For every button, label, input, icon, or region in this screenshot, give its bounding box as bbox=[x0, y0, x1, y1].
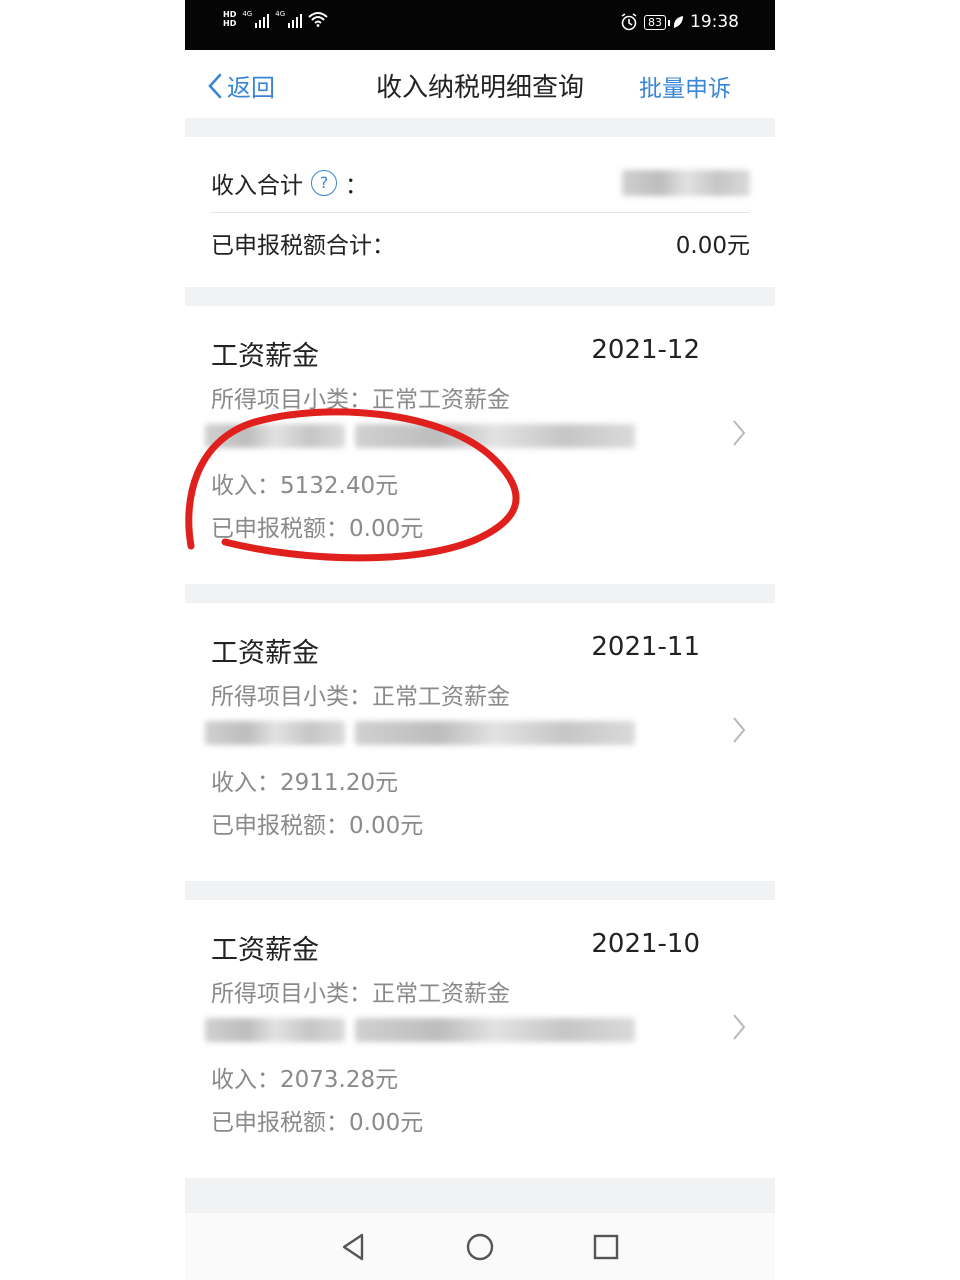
income-type: 工资薪金 bbox=[211, 935, 319, 966]
phone-screen: HD HD 4G 4G 83 19:38 返回 收入纳税明细查询 批量申诉 收入… bbox=[185, 0, 775, 1280]
leaf-icon bbox=[673, 16, 683, 28]
declared-tax-total-row: 已申报税额合计： 0.00元 bbox=[211, 223, 750, 263]
summary-panel: 收入合计 ? ： 已申报税额合计： 0.00元 bbox=[185, 137, 775, 287]
hd-indicator: HD HD bbox=[223, 10, 236, 28]
signal-icon: 4G bbox=[275, 10, 303, 28]
network-type-label: 4G bbox=[275, 10, 286, 18]
navigation-bar: 返回 收入纳税明细查询 批量申诉 bbox=[185, 50, 775, 118]
battery-icon: 83 bbox=[644, 14, 670, 30]
income-total-colon: ： bbox=[345, 173, 368, 199]
withholding-agent-redacted bbox=[205, 721, 635, 745]
income-record-card[interactable]: 工资薪金 2021-11 所得项目小类：正常工资薪金 收入：2911.20元 已… bbox=[185, 603, 775, 881]
signal-icon: 4G bbox=[242, 10, 270, 28]
income-total-row: 收入合计 ? ： bbox=[211, 163, 750, 203]
status-right: 83 19:38 bbox=[620, 12, 739, 32]
network-type-label: 4G bbox=[242, 10, 253, 18]
section-divider bbox=[185, 881, 775, 900]
income-total-label: 收入合计 bbox=[211, 173, 303, 199]
declared-tax-amount: 已申报税额：0.00元 bbox=[211, 516, 424, 542]
income-subcategory: 所得项目小类：正常工资薪金 bbox=[211, 684, 510, 710]
declared-tax-total-label: 已申报税额合计： bbox=[211, 233, 395, 259]
status-left: HD HD 4G 4G bbox=[223, 10, 328, 28]
income-period: 2021-12 bbox=[591, 335, 700, 365]
section-divider bbox=[185, 118, 775, 137]
declared-tax-amount: 已申报税额：0.00元 bbox=[211, 1110, 424, 1136]
hd-top-label: HD bbox=[223, 10, 237, 19]
chevron-right-icon bbox=[733, 420, 746, 446]
income-period: 2021-11 bbox=[591, 632, 700, 662]
income-total-value-redacted bbox=[622, 170, 750, 196]
income-amount: 收入：2911.20元 bbox=[211, 770, 399, 796]
income-amount: 收入：5132.40元 bbox=[211, 473, 399, 499]
section-divider bbox=[185, 287, 775, 306]
summary-divider bbox=[211, 212, 750, 213]
help-icon[interactable]: ? bbox=[311, 170, 337, 196]
wifi-icon bbox=[308, 12, 328, 27]
income-period: 2021-10 bbox=[591, 929, 700, 959]
status-bar: HD HD 4G 4G 83 19:38 bbox=[185, 0, 775, 50]
income-type: 工资薪金 bbox=[211, 341, 319, 372]
recents-square-icon[interactable] bbox=[586, 1227, 626, 1267]
section-divider bbox=[185, 584, 775, 603]
income-amount: 收入：2073.28元 bbox=[211, 1067, 399, 1093]
declared-tax-total-value: 0.00元 bbox=[675, 233, 750, 259]
home-circle-icon[interactable] bbox=[460, 1227, 500, 1267]
income-type: 工资薪金 bbox=[211, 638, 319, 669]
income-record-card[interactable]: 工资薪金 2021-12 所得项目小类：正常工资薪金 收入：5132.40元 已… bbox=[185, 306, 775, 584]
income-total-label-group: 收入合计 ? ： bbox=[211, 166, 368, 200]
withholding-agent-redacted bbox=[205, 424, 635, 448]
income-subcategory: 所得项目小类：正常工资薪金 bbox=[211, 387, 510, 413]
declared-tax-amount: 已申报税额：0.00元 bbox=[211, 813, 424, 839]
alarm-icon bbox=[621, 13, 637, 31]
section-divider bbox=[185, 1178, 775, 1213]
batch-appeal-button[interactable]: 批量申诉 bbox=[639, 69, 731, 103]
back-triangle-icon[interactable] bbox=[334, 1227, 374, 1267]
income-subcategory: 所得项目小类：正常工资薪金 bbox=[211, 981, 510, 1007]
chevron-right-icon bbox=[733, 717, 746, 743]
hd-bottom-label: HD bbox=[223, 19, 237, 28]
chevron-right-icon bbox=[733, 1014, 746, 1040]
income-record-card[interactable]: 工资薪金 2021-10 所得项目小类：正常工资薪金 收入：2073.28元 已… bbox=[185, 900, 775, 1178]
system-navigation-bar bbox=[185, 1213, 775, 1280]
clock: 19:38 bbox=[690, 12, 739, 32]
withholding-agent-redacted bbox=[205, 1018, 635, 1042]
